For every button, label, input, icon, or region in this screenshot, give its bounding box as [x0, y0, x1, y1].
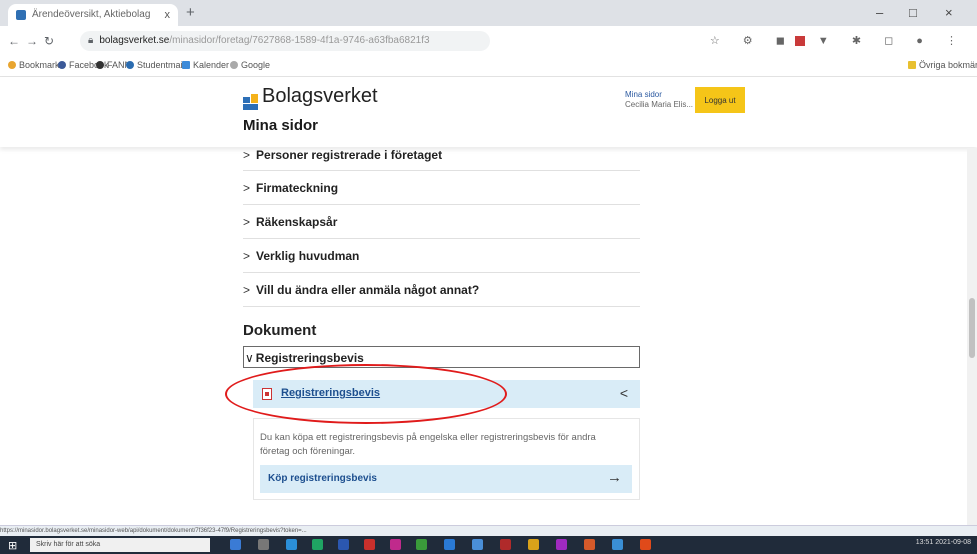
link-status-bar: https://minasidor.bolagsverket.se/minasi…: [0, 525, 977, 536]
user-link[interactable]: Mina sidor: [625, 90, 693, 100]
close-window-button[interactable]: ×: [945, 5, 953, 20]
chevron-right-icon: >: [243, 249, 251, 263]
minimize-button[interactable]: –: [876, 5, 883, 20]
url-domain: bolagsverket.se: [99, 35, 170, 46]
taskbar-app-icon[interactable]: [472, 539, 483, 550]
taskbar-app-icon[interactable]: [312, 539, 323, 550]
taskbar-app-icon[interactable]: [444, 539, 455, 550]
bookmark-kalender[interactable]: Kalender: [182, 60, 229, 70]
page-scrollbar[interactable]: [967, 148, 977, 525]
tab-close-icon[interactable]: x: [165, 4, 171, 26]
user-info[interactable]: Mina sidor Cecilia Maria Elis...: [625, 90, 693, 110]
maximize-button[interactable]: □: [909, 5, 917, 20]
taskbar: ⊞ Skriv här för att söka 13:51 2021-09-0…: [0, 536, 977, 554]
url-input[interactable]: 🔒︎ bolagsverket.se/minasidor/foretag/7627…: [80, 31, 490, 51]
back-icon[interactable]: ←: [8, 34, 20, 48]
taskbar-app-icon[interactable]: [258, 539, 269, 550]
site-header: Bolagsverket Mina sidor Mina sidor Cecil…: [0, 77, 977, 147]
divider: [243, 238, 640, 239]
bolagsverket-logo-icon: [243, 94, 258, 110]
annotation-ellipse: [225, 364, 507, 424]
tab-title: Ärendeöversikt, Aktiebolag – Mi...: [32, 9, 152, 20]
new-tab-button[interactable]: +: [186, 4, 195, 21]
page-title: Mina sidor: [243, 117, 319, 134]
chevron-right-icon: >: [243, 181, 251, 195]
bookmark-google[interactable]: Google: [230, 60, 270, 70]
taskbar-app-icon[interactable]: [230, 539, 241, 550]
accordion-personer[interactable]: > Personer registrerade i företaget: [243, 148, 442, 176]
info-text: Du kan köpa ett registreringsbevis på en…: [260, 432, 596, 457]
taskbar-app-icon[interactable]: [528, 539, 539, 550]
taskbar-app-icon[interactable]: [286, 539, 297, 550]
documents-heading: Dokument: [243, 322, 317, 339]
divider: [243, 306, 640, 307]
taskbar-app-icon[interactable]: [640, 539, 651, 550]
divider: [243, 170, 640, 171]
lock-icon: 🔒︎: [88, 35, 94, 46]
browser-tab[interactable]: Ärendeöversikt, Aktiebolag – Mi... x: [8, 4, 178, 26]
buy-registreringsbevis-row[interactable]: Köp registreringsbevis →: [260, 465, 632, 493]
chevron-right-icon: >: [243, 148, 251, 162]
taskbar-app-icon[interactable]: [556, 539, 567, 550]
system-tray[interactable]: 13:51 2021-09-08: [916, 539, 971, 546]
taskbar-app-icon[interactable]: [416, 539, 427, 550]
browser-titlebar: Ärendeöversikt, Aktiebolag – Mi... x + –…: [0, 0, 977, 26]
scrollbar-thumb[interactable]: [969, 298, 975, 358]
chevron-right-icon: >: [243, 283, 251, 297]
user-name: Cecilia Maria Elis...: [625, 100, 694, 109]
bookmark-studentmail[interactable]: Studentmail: [126, 60, 185, 70]
buy-registreringsbevis-link[interactable]: Köp registreringsbevis: [268, 473, 377, 484]
address-bar-row: ← → ↻ 🔒︎ bolagsverket.se/minasidor/foreta…: [0, 26, 977, 56]
clock-date: 2021-09-08: [935, 539, 971, 546]
extension-red-icon[interactable]: [794, 36, 805, 47]
taskbar-app-icon[interactable]: [390, 539, 401, 550]
clock-time: 13:51: [915, 539, 934, 546]
extension-icons[interactable]: ☆ ⚙ ◼ ▼ ✱ ◻ ● ⋮: [710, 34, 967, 47]
taskbar-app-icon[interactable]: [584, 539, 595, 550]
bookmarks-bar: Bookmarks Facebook FANN Studentmail Kale…: [0, 56, 977, 77]
url-path: /minasidor/foretag/7627868-1589-4f1a-974…: [169, 35, 430, 46]
forward-icon[interactable]: →: [26, 34, 38, 48]
divider: [243, 272, 640, 273]
bookmark-item[interactable]: Bookmarks: [8, 60, 64, 70]
reload-icon[interactable]: ↻: [44, 34, 54, 48]
taskbar-app-icon[interactable]: [500, 539, 511, 550]
registreringsbevis-group[interactable]: ∨ Registreringsbevis: [243, 346, 640, 368]
taskbar-app-icon[interactable]: [338, 539, 349, 550]
logo-text[interactable]: Bolagsverket: [262, 85, 378, 108]
windows-start-icon[interactable]: ⊞: [8, 539, 17, 552]
logout-button[interactable]: Logga ut: [695, 87, 745, 113]
share-icon[interactable]: <: [620, 385, 628, 401]
chevron-down-icon: ∨: [245, 351, 254, 365]
arrow-right-icon[interactable]: →: [607, 469, 622, 486]
divider: [243, 204, 640, 205]
tab-favicon-icon: [16, 10, 26, 20]
taskbar-app-icon[interactable]: [612, 539, 623, 550]
taskbar-app-icon[interactable]: [364, 539, 375, 550]
bookmark-other[interactable]: Övriga bokmärken: [908, 60, 977, 70]
chevron-right-icon: >: [243, 215, 251, 229]
taskbar-search-input[interactable]: Skriv här för att söka: [30, 538, 210, 552]
info-box: Du kan köpa ett registreringsbevis på en…: [253, 418, 640, 500]
